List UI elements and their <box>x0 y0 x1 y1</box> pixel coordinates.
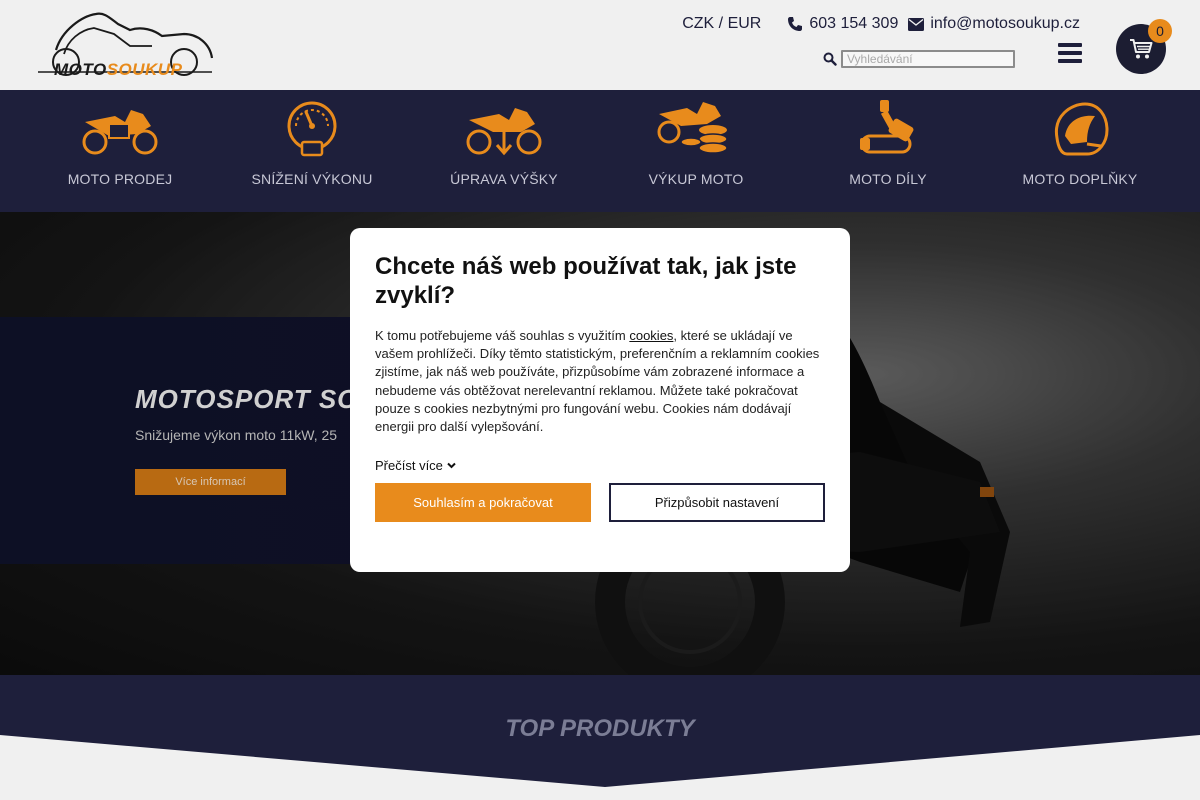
nav-item-uprava-vysky[interactable]: ÚPRAVA VÝŠKY <box>408 90 600 212</box>
read-more-label: Přečíst více <box>375 458 443 474</box>
nav-label: SNÍŽENÍ VÝKONU <box>251 171 373 187</box>
hero-subtitle: Snižujeme výkon moto 11kW, 25 <box>135 427 338 443</box>
currency-switcher: CZK / EUR <box>682 15 761 33</box>
cookie-dialog-actions: Souhlasím a pokračovat Přizpůsobit nasta… <box>375 483 825 522</box>
search-input[interactable] <box>841 50 1015 68</box>
menu-burger-icon[interactable] <box>1058 43 1082 63</box>
hero-more-info-button[interactable]: Více informací <box>135 469 286 495</box>
motorcycle-icon <box>82 110 158 155</box>
nav-item-moto-dily[interactable]: MOTO DÍLY <box>792 90 984 212</box>
site-logo[interactable]: MOTOSOUKUP <box>34 10 216 82</box>
currency-eur-link[interactable]: EUR <box>728 15 762 32</box>
cart-icon <box>1130 39 1153 59</box>
search-box <box>823 50 1015 68</box>
currency-czk-link[interactable]: CZK <box>682 15 714 32</box>
logo-text-moto: MOTO <box>54 60 107 79</box>
cookie-dialog-title: Chcete náš web používat tak, jak jste zv… <box>375 253 797 309</box>
nav-item-vykup-moto[interactable]: VÝKUP MOTO <box>600 90 792 212</box>
site-header: MOTOSOUKUP CZK / EUR 603 154 309 info@mo… <box>0 0 1200 90</box>
cookie-text-before-link: K tomu potřebujeme váš souhlas s využití… <box>375 328 630 343</box>
email-link[interactable]: info@motosoukup.cz <box>908 15 1080 33</box>
motorcycle-coins-icon <box>657 102 728 154</box>
cookie-consent-dialog: Chcete náš web používat tak, jak jste zv… <box>350 228 850 572</box>
cookie-dialog-text: K tomu potřebujeme váš souhlas s využití… <box>375 327 825 436</box>
section-divider <box>0 735 1200 800</box>
nav-label: MOTO DOPLŇKY <box>1022 171 1138 187</box>
read-more-toggle[interactable]: Přečíst více <box>375 458 456 473</box>
search-icon[interactable] <box>823 52 837 66</box>
nav-item-snizeni-vykonu[interactable]: SNÍŽENÍ VÝKONU <box>216 90 408 212</box>
logo-wordmark: MOTOSOUKUP <box>54 60 182 80</box>
top-contact-bar: CZK / EUR 603 154 309 info@motosoukup.cz <box>682 15 1080 33</box>
logo-text-soukup: SOUKUP <box>106 60 183 79</box>
nav-label: ÚPRAVA VÝŠKY <box>450 171 558 187</box>
helmet-icon <box>1054 102 1109 156</box>
phone-icon <box>788 17 803 31</box>
phone-link[interactable]: 603 154 309 <box>787 15 898 33</box>
cookie-text-after-link: , které se ukládají ve vašem prohlížeči.… <box>375 328 820 435</box>
nav-item-moto-prodej[interactable]: MOTO PRODEJ <box>24 90 216 212</box>
hero-title: MOTOSPORT SOU <box>135 384 379 414</box>
category-nav: MOTO PRODEJ SNÍŽENÍ VÝKONU ÚPRAVA VÝŠKY <box>0 90 1200 212</box>
customize-cookies-button[interactable]: Přizpůsobit nastavení <box>609 483 825 522</box>
nav-item-moto-doplnky[interactable]: MOTO DOPLŇKY <box>984 90 1176 212</box>
lowering-icon <box>466 108 542 156</box>
nav-label: MOTO DÍLY <box>849 171 927 187</box>
envelope-icon <box>908 17 925 31</box>
nav-label: VÝKUP MOTO <box>648 171 744 187</box>
exhaust-icon <box>860 100 914 154</box>
speedometer-icon <box>287 101 337 157</box>
phone-number: 603 154 309 <box>809 15 899 32</box>
accept-cookies-button[interactable]: Souhlasím a pokračovat <box>375 483 591 522</box>
cookies-link[interactable]: cookies <box>629 328 673 343</box>
chevron-down-icon <box>447 463 456 469</box>
top-products-section: TOP PRODUKTY <box>0 675 1200 800</box>
nav-label: MOTO PRODEJ <box>67 171 173 187</box>
email-address: info@motosoukup.cz <box>930 15 1080 32</box>
cart-count-badge: 0 <box>1148 19 1172 43</box>
currency-separator: / <box>718 15 724 32</box>
